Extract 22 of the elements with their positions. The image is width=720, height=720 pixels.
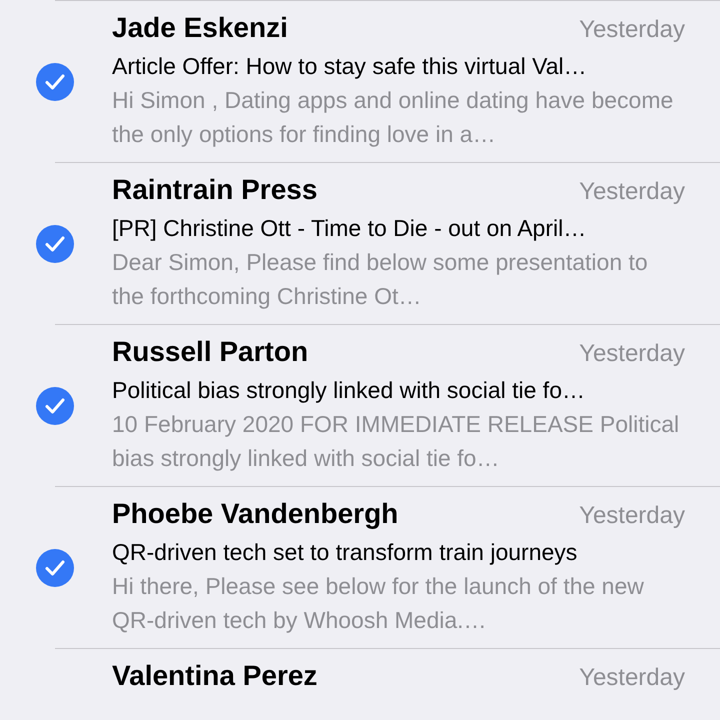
date-label: Yesterday [579,178,685,206]
sender-name: Valentina Perez [112,660,318,692]
checkmark-icon[interactable] [36,386,74,424]
subject-line: [PR] Christine Ott - Time to Die - out on April… [112,214,588,243]
sender-name: Jade Eskenzi [112,12,288,44]
date-label: Yesterday [579,502,685,530]
message-preview: Hi there, Please see below for the launch of the new QR-driven tech by Whoosh Media.… [112,572,645,635]
checkmark-icon[interactable] [36,224,74,262]
sender-name: Raintrain Press [112,174,318,206]
message-preview: Hi Simon , Dating apps and online dating have become the only options for finding love in a… [112,86,674,149]
date-label: Yesterday [579,340,685,368]
sender-name: Russell Parton [112,336,308,368]
checkmark-icon[interactable] [36,548,74,586]
subject-line: Article Offer: How to stay safe this virtual Val… [112,52,588,81]
subject-line: QR-driven tech set to transform train journeys [112,538,578,567]
date-label: Yesterday [579,664,685,692]
message-preview: 10 February 2020 FOR IMMEDIATE RELEASE Political bias strongly linked with social tie fo… [112,410,680,473]
message-preview: Dear Simon, Please find below some presentation to the forthcoming Christine Ot… [112,248,649,311]
date-label: Yesterday [579,16,685,44]
subject-line: Political bias strongly linked with social tie fo… [112,376,586,405]
checkmark-icon[interactable] [36,62,74,100]
sender-name: Phoebe Vandenbergh [112,498,398,530]
